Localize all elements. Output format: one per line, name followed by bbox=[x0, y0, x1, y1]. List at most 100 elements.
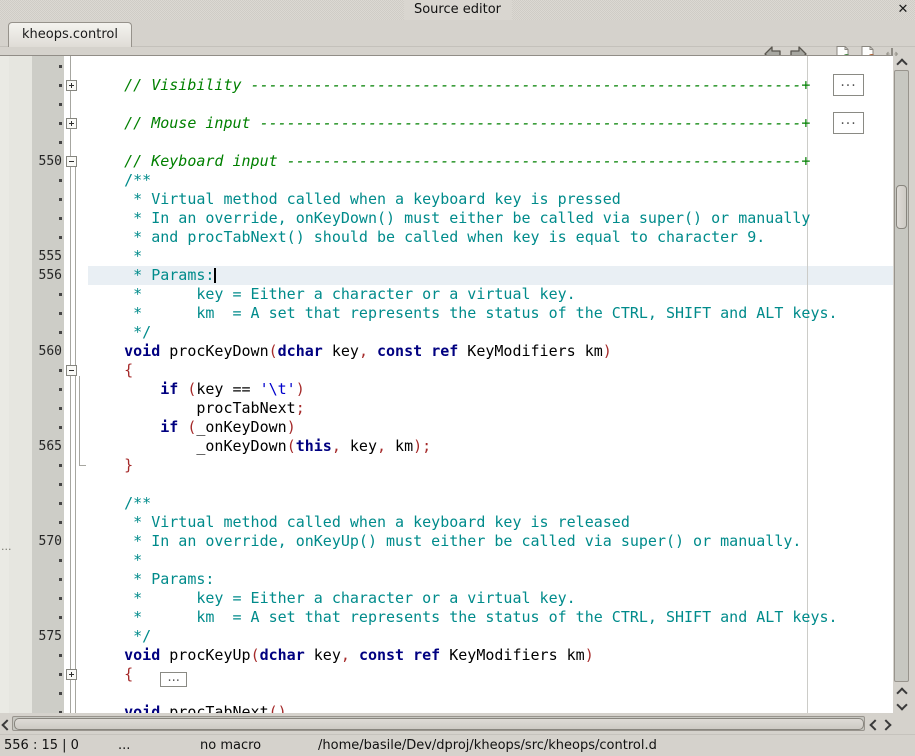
code-line[interactable]: if (key == '\t') bbox=[0, 380, 893, 399]
code-line[interactable]: * bbox=[0, 551, 893, 570]
code-text[interactable]: */ bbox=[88, 323, 151, 342]
code-text[interactable]: * Virtual method called when a keyboard … bbox=[88, 513, 630, 532]
code-text[interactable]: if (_onKeyDown) bbox=[88, 418, 296, 437]
code-line[interactable]: * km = A set that represents the status … bbox=[0, 304, 893, 323]
code-text[interactable]: /** bbox=[88, 171, 151, 190]
code-line[interactable]: 570 * In an override, onKeyUp() must eit… bbox=[0, 532, 893, 551]
code-line[interactable]: // Mouse input -------------------------… bbox=[0, 114, 893, 133]
scroll-right-icon[interactable] bbox=[880, 719, 891, 730]
code-line[interactable]: {... bbox=[0, 665, 893, 684]
code-text[interactable]: * and procTabNext() should be called whe… bbox=[88, 228, 765, 247]
line-number: 550 bbox=[30, 152, 62, 171]
code-text[interactable]: * bbox=[88, 551, 142, 570]
code-line[interactable]: /** bbox=[0, 494, 893, 513]
code-text[interactable]: // Visibility --------------------------… bbox=[88, 76, 810, 95]
code-text[interactable]: * In an override, onKeyDown() must eithe… bbox=[88, 209, 810, 228]
vertical-scrollbar-thumb[interactable] bbox=[896, 185, 907, 229]
fold-toggle-icon[interactable] bbox=[66, 80, 77, 91]
code-text[interactable]: * In an override, onKeyUp() must either … bbox=[88, 532, 801, 551]
code-token: * Params: bbox=[88, 570, 214, 588]
scroll-left-icon[interactable] bbox=[1, 719, 12, 730]
text-caret bbox=[214, 268, 216, 283]
code-text[interactable]: * key = Either a character or a virtual … bbox=[88, 285, 576, 304]
fold-toggle-icon[interactable] bbox=[66, 365, 77, 376]
code-token: if bbox=[160, 418, 178, 436]
code-text[interactable]: // Mouse input -------------------------… bbox=[88, 114, 810, 133]
code-line[interactable]: procTabNext; bbox=[0, 399, 893, 418]
code-text[interactable]: {... bbox=[88, 665, 187, 684]
code-line[interactable]: */ bbox=[0, 323, 893, 342]
code-line[interactable]: 555 * bbox=[0, 247, 893, 266]
code-text[interactable]: } bbox=[88, 456, 133, 475]
code-line[interactable]: void procKeyUp(dchar key, const ref KeyM… bbox=[0, 646, 893, 665]
scroll-left-icon-right[interactable] bbox=[869, 719, 880, 730]
fold-toggle-icon[interactable] bbox=[66, 156, 77, 167]
line-marker-dot bbox=[59, 578, 62, 581]
code-line[interactable]: if (_onKeyDown) bbox=[0, 418, 893, 437]
code-text[interactable]: */ bbox=[88, 627, 151, 646]
close-icon[interactable]: ✕ bbox=[895, 1, 911, 19]
code-line[interactable]: } bbox=[0, 456, 893, 475]
scroll-down-icon[interactable] bbox=[896, 699, 907, 710]
code-line[interactable]: 556 * Params: bbox=[0, 266, 893, 285]
code-token: ref bbox=[413, 646, 440, 664]
horizontal-scrollbar-thumb[interactable] bbox=[14, 718, 864, 730]
code-line[interactable]: // Visibility --------------------------… bbox=[0, 76, 893, 95]
code-line[interactable] bbox=[0, 95, 893, 114]
code-line[interactable] bbox=[0, 57, 893, 76]
fold-toggle-icon[interactable] bbox=[66, 118, 77, 129]
code-line[interactable]: 565 _onKeyDown(this, key, km); bbox=[0, 437, 893, 456]
collapsed-fold-box[interactable]: ... bbox=[833, 74, 864, 96]
code-line[interactable]: * km = A set that represents the status … bbox=[0, 608, 893, 627]
code-text[interactable]: /** bbox=[88, 494, 151, 513]
window-titlebar[interactable]: Source editor ✕ bbox=[0, 0, 915, 20]
code-text[interactable]: * km = A set that represents the status … bbox=[88, 608, 838, 627]
code-line[interactable]: * Virtual method called when a keyboard … bbox=[0, 513, 893, 532]
line-number: 575 bbox=[30, 627, 62, 646]
code-line[interactable]: * Virtual method called when a keyboard … bbox=[0, 190, 893, 209]
code-token bbox=[88, 703, 124, 713]
vertical-scrollbar-track[interactable] bbox=[894, 70, 909, 682]
code-line[interactable] bbox=[0, 475, 893, 494]
code-text[interactable]: * km = A set that represents the status … bbox=[88, 304, 838, 323]
code-line[interactable]: { bbox=[0, 361, 893, 380]
code-line[interactable]: * and procTabNext() should be called whe… bbox=[0, 228, 893, 247]
code-line[interactable]: 575 */ bbox=[0, 627, 893, 646]
code-line[interactable]: * Params: bbox=[0, 570, 893, 589]
code-token: procTabNext bbox=[88, 399, 296, 417]
fold-toggle-icon[interactable] bbox=[66, 669, 77, 680]
code-line[interactable] bbox=[0, 133, 893, 152]
code-text[interactable]: * key = Either a character or a virtual … bbox=[88, 589, 576, 608]
code-text[interactable]: // Keyboard input ----------------------… bbox=[88, 152, 810, 171]
collapsed-fold-box[interactable]: ... bbox=[160, 672, 187, 687]
scroll-up-icon-bottom[interactable] bbox=[896, 687, 907, 698]
code-line[interactable]: * key = Either a character or a virtual … bbox=[0, 285, 893, 304]
code-text[interactable]: * Params: bbox=[88, 266, 214, 285]
code-line[interactable]: * key = Either a character or a virtual … bbox=[0, 589, 893, 608]
tab-kheops-control[interactable]: kheops.control bbox=[8, 22, 132, 47]
code-text[interactable]: void procTabNext() bbox=[88, 703, 287, 713]
vertical-scrollbar[interactable] bbox=[893, 56, 911, 713]
code-text[interactable]: * bbox=[88, 247, 142, 266]
code-editor[interactable]: ... // Visibility ----------------------… bbox=[0, 55, 893, 713]
code-line[interactable]: /** bbox=[0, 171, 893, 190]
code-text[interactable]: void procKeyUp(dchar key, const ref KeyM… bbox=[88, 646, 594, 665]
code-text[interactable]: if (key == '\t') bbox=[88, 380, 305, 399]
code-line[interactable]: 550 // Keyboard input ------------------… bbox=[0, 152, 893, 171]
code-text[interactable]: { bbox=[88, 361, 133, 380]
line-marker-dot bbox=[59, 502, 62, 505]
code-line[interactable]: void procTabNext() bbox=[0, 703, 893, 713]
code-line[interactable] bbox=[0, 684, 893, 703]
code-text[interactable]: _onKeyDown(this, key, km); bbox=[88, 437, 431, 456]
code-line[interactable]: * In an override, onKeyDown() must eithe… bbox=[0, 209, 893, 228]
horizontal-scrollbar[interactable] bbox=[0, 715, 911, 733]
code-text[interactable]: * Virtual method called when a keyboard … bbox=[88, 190, 621, 209]
code-token: ) bbox=[585, 646, 594, 664]
scroll-up-icon[interactable] bbox=[896, 58, 907, 69]
code-text[interactable]: void procKeyDown(dchar key, const ref Ke… bbox=[88, 342, 612, 361]
line-marker-dot bbox=[59, 217, 62, 220]
code-text[interactable]: * Params: bbox=[88, 570, 214, 589]
code-text[interactable]: procTabNext; bbox=[88, 399, 305, 418]
code-line[interactable]: 560 void procKeyDown(dchar key, const re… bbox=[0, 342, 893, 361]
collapsed-fold-box[interactable]: ... bbox=[833, 112, 864, 134]
